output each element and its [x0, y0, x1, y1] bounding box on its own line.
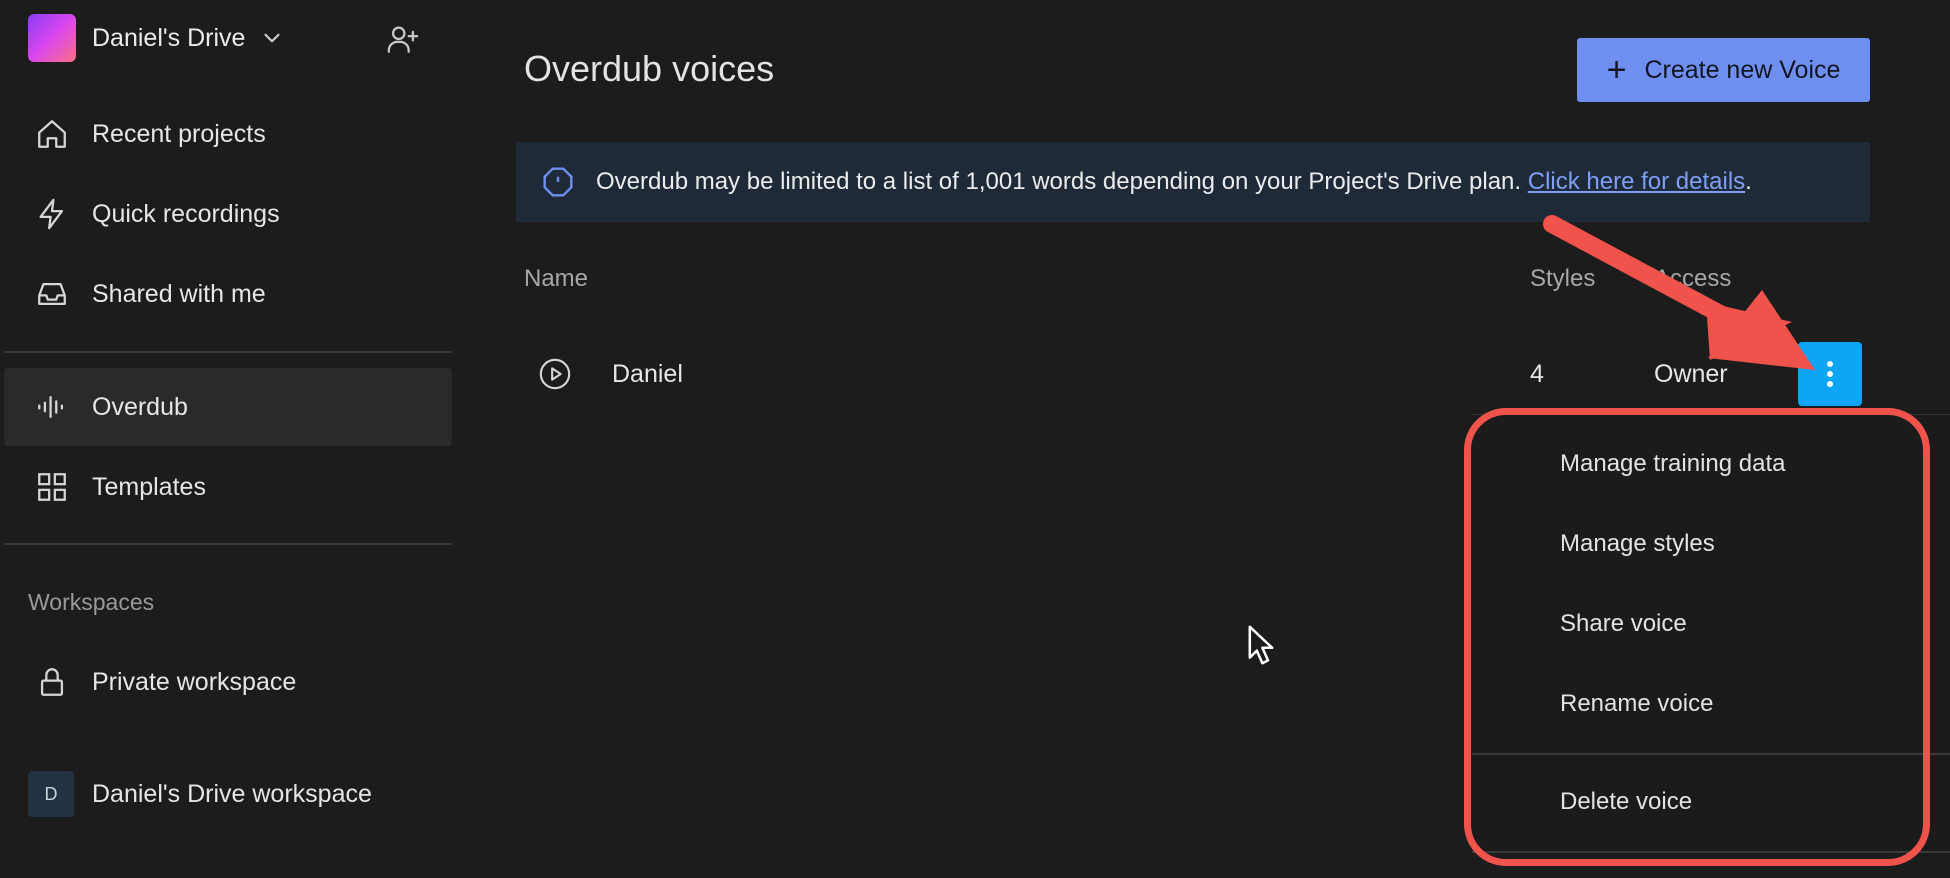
sidebar-item-label: Shared with me	[92, 279, 266, 308]
sidebar-item-quick-recordings[interactable]: Quick recordings	[4, 175, 452, 253]
sidebar-item-shared-with-me[interactable]: Shared with me	[4, 255, 452, 333]
grid-icon	[34, 469, 70, 505]
sidebar: Daniel's Drive Recent projects Quick rec…	[0, 0, 452, 878]
sidebar-item-label: Daniel's Drive workspace	[92, 779, 372, 808]
sidebar-item-recent-projects[interactable]: Recent projects	[4, 95, 452, 173]
drive-switcher[interactable]: Daniel's Drive	[28, 13, 285, 63]
details-link[interactable]: Click here for details	[1528, 168, 1745, 195]
column-header-name[interactable]: Name	[524, 265, 588, 293]
page-title: Overdub voices	[524, 48, 775, 89]
workspaces-heading: Workspaces	[28, 589, 155, 615]
create-voice-label: Create new Voice	[1644, 55, 1841, 84]
inbox-icon	[34, 276, 70, 312]
annotation-highlight	[1464, 408, 1930, 866]
waveform-icon	[34, 389, 70, 425]
sidebar-item-drive-workspace[interactable]: D Daniel's Drive workspace	[4, 755, 452, 833]
add-user-icon[interactable]	[386, 22, 420, 56]
sidebar-item-label: Quick recordings	[92, 199, 280, 228]
drive-logo	[28, 14, 76, 62]
lightning-icon	[34, 196, 70, 232]
workspace-avatar: D	[28, 771, 74, 817]
sidebar-divider	[4, 543, 452, 545]
play-icon[interactable]	[538, 357, 572, 391]
sidebar-item-private-workspace[interactable]: Private workspace	[4, 643, 452, 721]
sidebar-item-label: Overdub	[92, 392, 188, 421]
sidebar-item-label: Templates	[92, 472, 206, 501]
plus-icon: +	[1606, 51, 1627, 89]
sidebar-item-templates[interactable]: Templates	[4, 448, 452, 526]
lock-icon	[34, 664, 70, 700]
create-voice-button[interactable]: + Create new Voice	[1577, 38, 1870, 102]
sidebar-item-label: Private workspace	[92, 667, 297, 696]
info-octagon-icon	[543, 167, 573, 197]
home-icon	[34, 116, 70, 152]
sidebar-item-label: Recent projects	[92, 119, 266, 148]
chevron-down-icon	[264, 33, 281, 43]
drive-name: Daniel's Drive	[92, 23, 246, 52]
voice-name: Daniel	[612, 360, 683, 388]
annotation-arrow	[1543, 215, 1815, 370]
sidebar-item-overdub[interactable]: Overdub	[4, 368, 452, 446]
banner-suffix: .	[1745, 168, 1752, 195]
banner-message: Overdub may be limited to a list of 1,00…	[596, 168, 1528, 195]
sidebar-divider	[4, 351, 452, 353]
mouse-cursor-icon	[1248, 625, 1274, 665]
